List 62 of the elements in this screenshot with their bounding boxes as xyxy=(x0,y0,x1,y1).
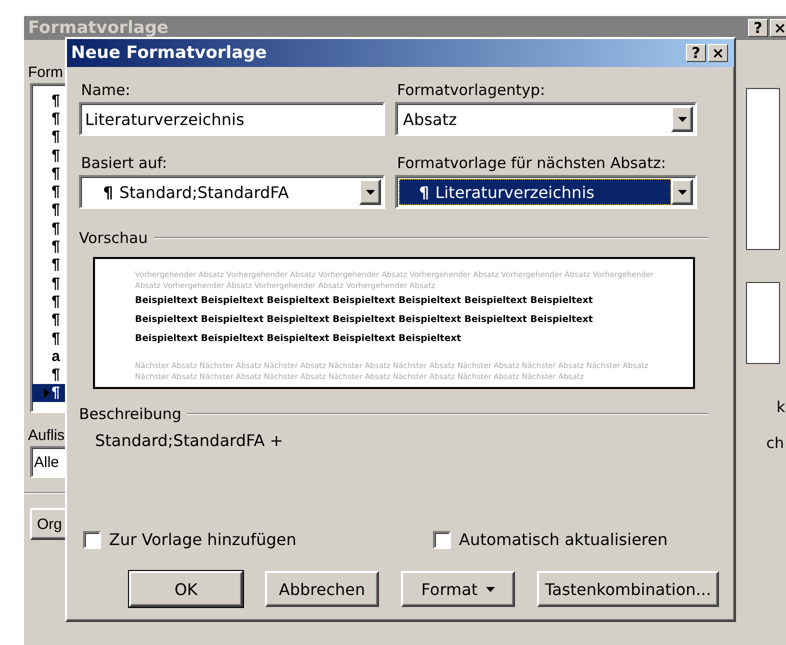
type-dropdown[interactable]: Absatz xyxy=(395,102,697,136)
help-button[interactable]: ? xyxy=(748,19,768,37)
style-list-item[interactable]: ¶ xyxy=(32,292,66,311)
help-button[interactable]: ? xyxy=(686,44,706,62)
style-list-item[interactable]: ¶ xyxy=(32,365,66,384)
style-list-item[interactable]: ¶ xyxy=(32,146,66,164)
dialog-button[interactable]: OK xyxy=(129,571,243,607)
style-list-item[interactable]: ¶ xyxy=(32,219,66,238)
section-label: Vorschau xyxy=(79,229,148,247)
dropdown-arrow-button[interactable] xyxy=(359,179,381,205)
style-list-item[interactable]: ¶ xyxy=(32,274,66,292)
style-dropdown[interactable]: ¶ Literaturverzeichnis xyxy=(395,175,697,209)
preview-text: Beispieltext Beispieltext Beispieltext Beispieltext Beispieltext Beispieltext Beispieltext xyxy=(135,294,594,308)
description-text: k, xyxy=(776,398,786,416)
list-label: Form xyxy=(28,64,64,81)
section-label: Beschreibung xyxy=(79,405,182,423)
style-list-item[interactable]: ¶ xyxy=(32,384,66,402)
dialog-button[interactable]: Tastenkombination... xyxy=(537,571,720,607)
caret-icon xyxy=(678,116,686,122)
triangle-icon xyxy=(44,388,50,398)
style-list-item[interactable]: ¶ xyxy=(32,182,66,201)
window-title: Formatvorlage xyxy=(28,18,168,38)
style-list-item[interactable]: ¶ xyxy=(32,256,66,274)
style-list-item[interactable]: a xyxy=(32,347,66,366)
dropdown-value: Literaturverzeichnis xyxy=(435,182,594,202)
checkbox-label: Automatisch aktualisieren xyxy=(459,530,668,549)
style-list-item[interactable]: ¶ xyxy=(32,328,66,348)
paragraph-icon: ¶ xyxy=(87,182,114,202)
style-list-item[interactable]: ¶ xyxy=(32,128,66,146)
close-button[interactable]: × xyxy=(770,19,786,37)
field-label: Formatvorlage für nächsten Absatz: xyxy=(397,154,667,172)
checkbox[interactable] xyxy=(433,530,451,548)
style-list-item[interactable]: ¶ xyxy=(32,164,66,182)
style-list-item[interactable]: ¶ xyxy=(32,200,66,220)
dropdown-value: Absatz xyxy=(402,108,458,130)
caret-icon xyxy=(366,190,374,194)
dropdown-arrow-button[interactable] xyxy=(671,179,693,205)
style-list[interactable]: ¶ ¶ ¶ ¶ ¶ ¶ ¶ ¶ ¶ ¶ ¶ ¶ ¶ ¶ a ¶ ¶ xyxy=(30,83,68,413)
close-button[interactable]: × xyxy=(708,44,728,62)
style-dropdown[interactable]: ¶ Standard;StandardFA xyxy=(79,175,385,209)
preview-text: Beispieltext Beispieltext Beispieltext Beispieltext Beispieltext xyxy=(135,332,462,346)
style-list-item[interactable]: ¶ xyxy=(32,310,66,329)
checkbox[interactable] xyxy=(83,530,101,548)
description-text: ch xyxy=(766,434,784,452)
style-list-item[interactable]: ¶ xyxy=(32,91,66,110)
dropdown-arrow-button[interactable] xyxy=(671,106,693,132)
style-list-item[interactable]: ¶ xyxy=(32,237,66,256)
field-label: Basiert auf: xyxy=(81,154,168,172)
dialog-title: Neue Formatvorlage xyxy=(71,43,267,63)
dialog-button[interactable]: Abbrechen xyxy=(265,571,379,607)
dropdown-value: Standard;StandardFA xyxy=(119,182,289,202)
dialog-button[interactable]: Format xyxy=(401,571,515,607)
caret-icon xyxy=(678,190,686,194)
style-list-item[interactable]: ¶ xyxy=(32,109,66,128)
name-field[interactable]: Literaturverzeichnis xyxy=(79,102,385,136)
field-label: Name: xyxy=(81,81,132,99)
checkbox-label: Zur Vorlage hinzufügen xyxy=(109,530,296,549)
description-text: Standard;StandardFA + xyxy=(95,431,284,450)
caret-icon xyxy=(486,586,495,592)
field-label: Formatvorlagentyp: xyxy=(397,81,546,99)
paragraph-icon: ¶ xyxy=(403,182,430,202)
preview-text: Beispieltext Beispieltext Beispieltext Beispieltext Beispieltext Beispieltext Beispieltext xyxy=(135,313,594,327)
